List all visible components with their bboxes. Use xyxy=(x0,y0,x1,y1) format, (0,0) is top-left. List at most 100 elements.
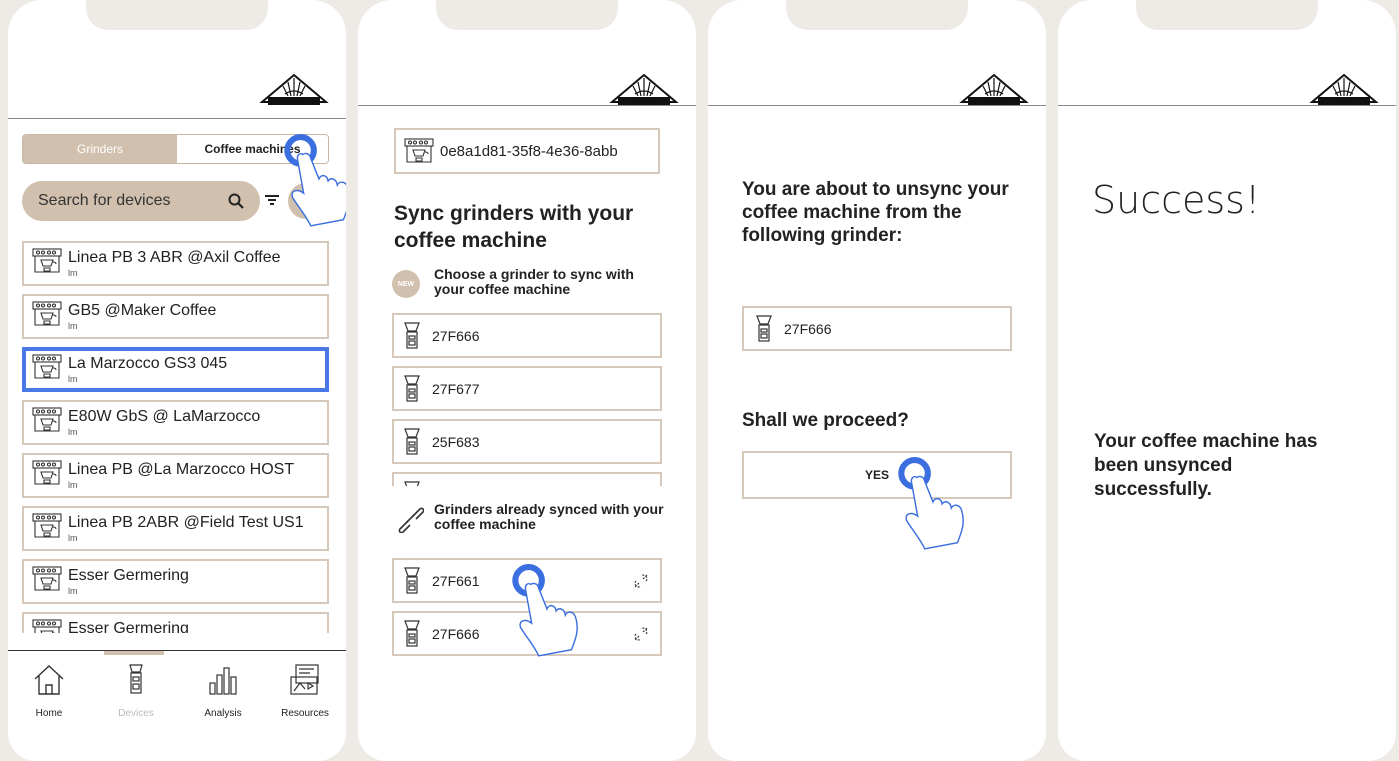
device-name: Esser Germering xyxy=(68,567,189,584)
coffee-machine-icon xyxy=(32,566,62,592)
add-device-button[interactable] xyxy=(288,183,338,219)
device-row[interactable]: Esser Germering lm xyxy=(22,559,329,604)
mahlkonig-logo xyxy=(958,72,1030,106)
success-title: Success! xyxy=(1092,178,1261,222)
link-icon xyxy=(398,507,424,533)
nav-analysis-label: Analysis xyxy=(204,708,242,719)
tab-coffee-machines[interactable]: Coffee machines xyxy=(177,135,328,163)
nav-analysis[interactable]: Analysis xyxy=(188,663,258,719)
device-row-selected[interactable]: La Marzocco GS3 045 lm xyxy=(22,347,329,392)
grinder-icon xyxy=(756,315,772,343)
phone-notch xyxy=(786,0,968,30)
unlink-icon[interactable] xyxy=(632,572,650,590)
device-subtitle: lm xyxy=(68,480,78,490)
device-name: Linea PB 2ABR @Field Test US1 xyxy=(68,514,304,531)
device-row[interactable]: Linea PB @La Marzocco HOST lm xyxy=(22,453,329,498)
device-type-toggle: Grinders Coffee machines xyxy=(22,134,329,164)
bar-chart-icon xyxy=(209,667,237,695)
grinder-row[interactable] xyxy=(392,472,662,486)
device-subtitle: lm xyxy=(68,586,78,596)
header-divider xyxy=(8,118,346,119)
coffee-machine-icon xyxy=(32,354,62,380)
grinder-id: 27F666 xyxy=(432,625,480,642)
coffee-machine-icon xyxy=(32,248,62,274)
yes-button[interactable]: YES xyxy=(742,451,1012,499)
sync-screen: 0e8a1d81-35f8-4e36-8abb Sync grinders wi… xyxy=(358,0,696,761)
search-icon[interactable] xyxy=(228,193,244,209)
devices-screen: Grinders Coffee machines Search for devi… xyxy=(8,0,346,761)
nav-devices[interactable]: Devices xyxy=(101,663,171,719)
mahlkonig-logo xyxy=(1308,72,1380,106)
device-name: Linea PB 3 ABR @Axil Coffee xyxy=(68,249,281,266)
filter-icon[interactable] xyxy=(264,191,280,209)
nav-resources-label: Resources xyxy=(281,708,329,719)
unlink-icon[interactable] xyxy=(632,625,650,643)
new-badge: NEW xyxy=(392,270,420,298)
grinder-icon xyxy=(404,620,420,648)
coffee-machine-icon xyxy=(32,513,62,539)
resources-icon xyxy=(290,664,319,695)
tab-grinders[interactable]: Grinders xyxy=(23,135,177,163)
phone-notch xyxy=(86,0,268,30)
grinder-icon xyxy=(404,567,420,595)
active-tab-indicator xyxy=(104,651,164,655)
available-grinder-list: 27F666 27F677 25F683 xyxy=(392,313,662,486)
grinder-id: 27F661 xyxy=(432,572,480,589)
device-name: Esser Germering xyxy=(68,620,189,633)
device-name: Linea PB @La Marzocco HOST xyxy=(68,461,295,478)
grinder-icon xyxy=(404,481,420,487)
device-subtitle: lm xyxy=(68,374,78,384)
grinder-id: 27F677 xyxy=(432,380,480,397)
home-icon xyxy=(34,665,64,695)
device-row[interactable]: Esser Germering xyxy=(22,612,329,633)
search-input[interactable]: Search for devices xyxy=(22,181,260,221)
header-divider xyxy=(358,105,696,106)
phone-notch xyxy=(1136,0,1318,30)
header-divider xyxy=(1058,105,1396,106)
device-list: Linea PB 3 ABR @Axil Coffee lm GB5 @Maker… xyxy=(22,241,329,633)
header-divider xyxy=(708,105,1046,106)
device-subtitle: lm xyxy=(68,533,78,543)
grinder-to-unsync: 27F666 xyxy=(742,306,1012,351)
grinder-row[interactable]: 27F666 xyxy=(392,313,662,358)
coffee-machine-icon xyxy=(32,407,62,433)
unsync-confirm-screen: You are about to unsync your coffee mach… xyxy=(708,0,1046,761)
grinder-icon xyxy=(404,428,420,456)
nav-home-label: Home xyxy=(35,708,63,719)
nav-resources[interactable]: Resources xyxy=(270,663,340,719)
coffee-machine-icon xyxy=(404,138,434,164)
nav-home[interactable]: Home xyxy=(14,663,84,719)
machine-id: 0e8a1d81-35f8-4e36-8abb xyxy=(440,142,618,160)
machine-id-box: 0e8a1d81-35f8-4e36-8abb xyxy=(394,128,660,174)
device-subtitle: lm xyxy=(68,268,78,278)
mahlkonig-logo xyxy=(258,72,330,106)
synced-grinders-label: Grinders already synced with your coffee… xyxy=(434,501,664,532)
grinder-row[interactable]: 27F677 xyxy=(392,366,662,411)
synced-grinder-list: 27F661 27F666 xyxy=(392,558,662,664)
grinder-icon xyxy=(129,664,143,694)
coffee-machine-icon xyxy=(32,460,62,486)
device-subtitle: lm xyxy=(68,321,78,331)
success-message: Your coffee machine has been unsynced su… xyxy=(1094,431,1318,500)
device-row[interactable]: Linea PB 3 ABR @Axil Coffee lm xyxy=(22,241,329,286)
proceed-question: Shall we proceed? xyxy=(742,410,909,431)
nav-devices-label: Devices xyxy=(118,708,154,719)
device-name: La Marzocco GS3 045 xyxy=(68,355,228,372)
grinder-id: 27F666 xyxy=(784,320,832,337)
coffee-machine-icon xyxy=(32,619,62,633)
bottom-nav: Home Devices Analysis Resources xyxy=(8,650,346,761)
search-placeholder: Search for devices xyxy=(38,192,171,209)
device-row[interactable]: E80W GbS @ LaMarzocco lm xyxy=(22,400,329,445)
device-name: GB5 @Maker Coffee xyxy=(68,302,217,319)
synced-grinder-row[interactable]: 27F666 xyxy=(392,611,662,656)
grinder-id: 27F666 xyxy=(432,327,480,344)
grinder-icon xyxy=(404,375,420,403)
unsync-warning: You are about to unsync your coffee mach… xyxy=(742,179,1009,246)
device-row[interactable]: GB5 @Maker Coffee lm xyxy=(22,294,329,339)
grinder-row[interactable]: 25F683 xyxy=(392,419,662,464)
device-row[interactable]: Linea PB 2ABR @Field Test US1 lm xyxy=(22,506,329,551)
choose-grinder-label: Choose a grinder to sync with your coffe… xyxy=(434,266,634,297)
coffee-machine-icon xyxy=(32,301,62,327)
success-screen: Success! Your coffee machine has been un… xyxy=(1058,0,1396,761)
synced-grinder-row[interactable]: 27F661 xyxy=(392,558,662,603)
